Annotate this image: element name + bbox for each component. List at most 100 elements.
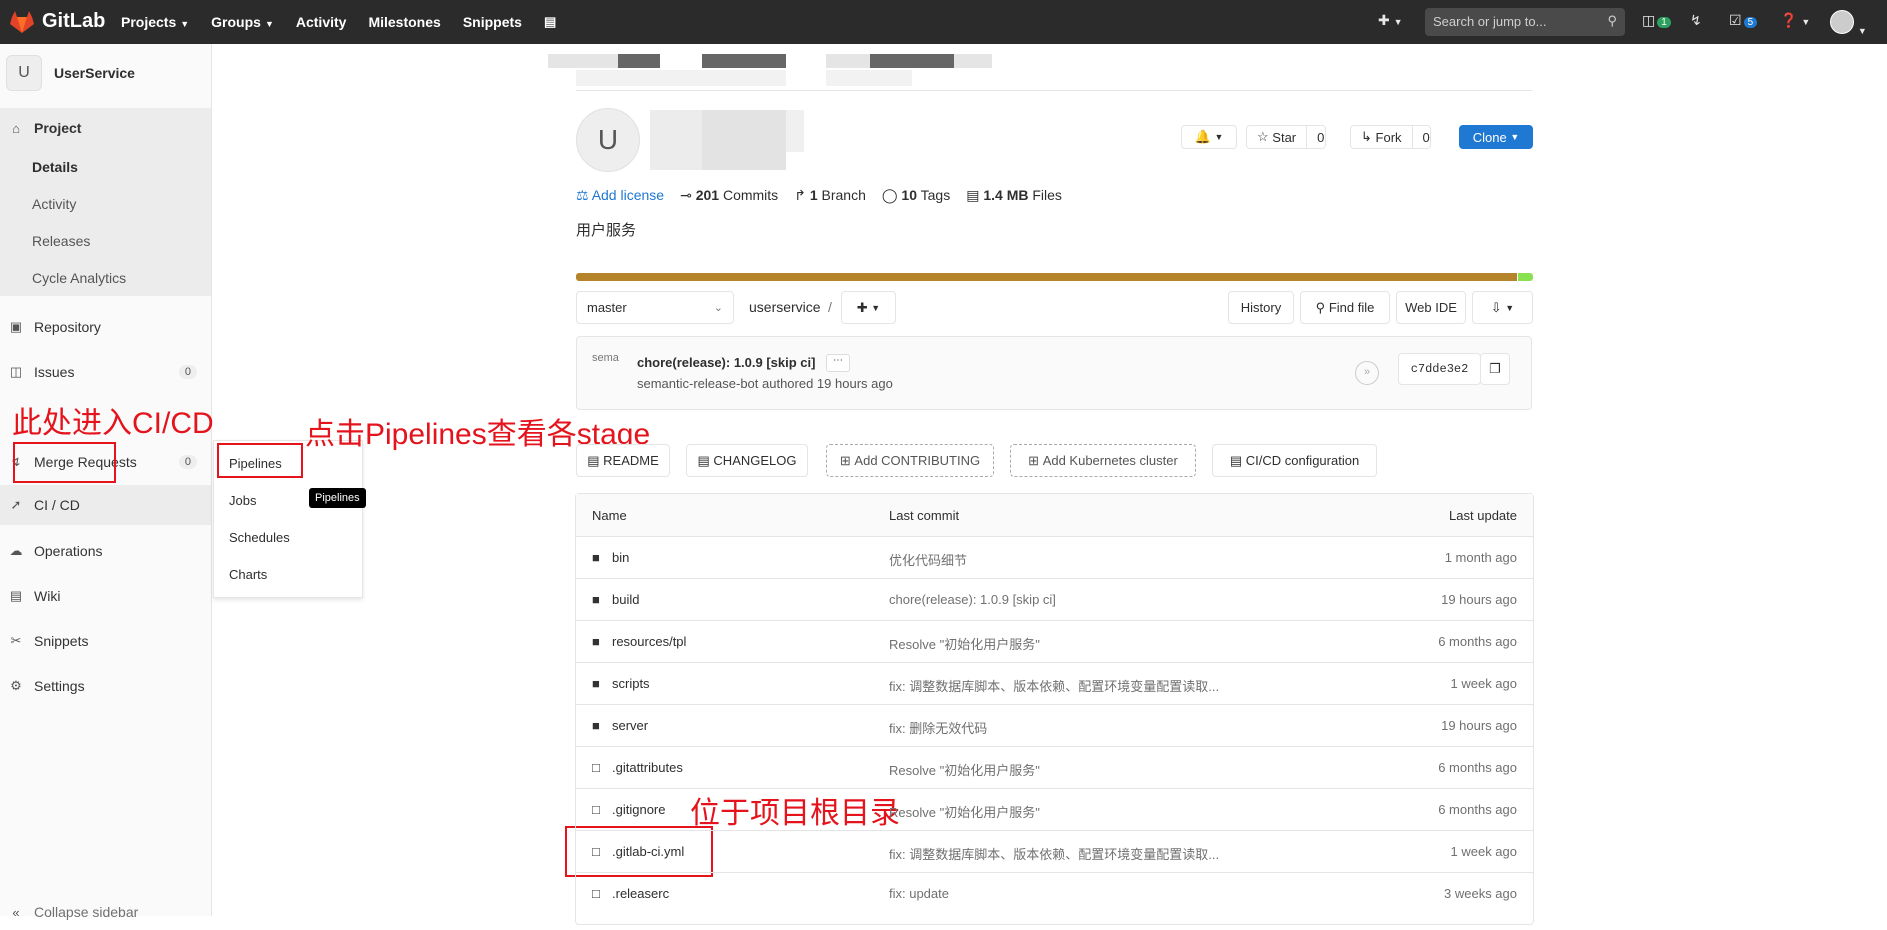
chart-icon[interactable]: ▤	[544, 14, 556, 30]
plus-icon: ✚	[856, 299, 868, 315]
issues-count: 0	[178, 365, 197, 379]
sidebar-item-issues[interactable]: ◫ Issues 0	[0, 354, 211, 390]
breadcrumb-path[interactable]: userservice	[749, 299, 821, 315]
commit-message-link[interactable]: fix: 删除无效代码	[889, 718, 987, 737]
gitlab-logo[interactable]: GitLab	[10, 10, 105, 33]
search-input[interactable]: Search or jump to... ⚲	[1425, 8, 1625, 36]
commit-sha[interactable]: c7dde3e2	[1398, 353, 1481, 385]
commit-message-link[interactable]: 优化代码细节	[889, 550, 967, 569]
tag-icon: ◯	[881, 187, 898, 203]
clone-button[interactable]: Clone ▼	[1459, 125, 1533, 149]
copy-sha-icon[interactable]: ❐	[1480, 353, 1510, 385]
annotation-cicd: 此处进入CI/CD	[12, 407, 214, 440]
file-icon: □	[592, 886, 600, 901]
commit-message-link[interactable]: Resolve "初始化用户服务"	[889, 802, 1040, 821]
star-icon: ☆	[1257, 129, 1269, 144]
add-contributing-button[interactable]: ⊞ Add CONTRIBUTING	[826, 444, 994, 477]
history-button[interactable]: History	[1228, 291, 1294, 324]
path-separator: /	[828, 299, 832, 315]
flyout-item-schedules[interactable]: Schedules	[229, 530, 290, 545]
commit-expand-button[interactable]: ⋯	[826, 354, 850, 372]
file-name-link[interactable]: □ .releaserc	[592, 886, 669, 901]
find-file-button[interactable]: ⚲ Find file	[1300, 291, 1390, 324]
chevron-down-icon: ▼	[1510, 132, 1520, 142]
language-bar-segment[interactable]	[1518, 273, 1533, 281]
readme-button[interactable]: ▤ README	[576, 444, 670, 477]
sidebar-project-header[interactable]: U UserService	[0, 52, 211, 94]
file-name-link[interactable]: ■ resources/tpl	[592, 634, 686, 649]
download-dropdown[interactable]: ⇩ ▼	[1472, 291, 1533, 324]
table-row[interactable]: □ .gitattributes Resolve "初始化用户服务" 6 months…	[576, 746, 1533, 789]
star-button[interactable]: ☆ Star 0	[1246, 125, 1326, 149]
user-avatar[interactable]: ▼	[1830, 10, 1867, 37]
cicd-configuration-button[interactable]: ▤ CI/CD configuration	[1212, 444, 1377, 477]
new-dropdown-plus-icon[interactable]: ✚ ▼	[1378, 12, 1403, 29]
commits-link[interactable]: ⊸ 201 Commits	[680, 187, 778, 204]
sidebar-item-repository[interactable]: ▣ Repository	[0, 309, 211, 345]
changelog-button[interactable]: ▤ CHANGELOG	[686, 444, 808, 477]
table-row[interactable]: □ .gitignore Resolve "初始化用户服务" 6 months ago	[576, 788, 1533, 831]
table-row[interactable]: ■ scripts fix: 调整数据库脚本、版本依赖、配置环境变量配置读取... 1…	[576, 662, 1533, 705]
add-license-link[interactable]: ⚖ Add license	[576, 187, 664, 204]
branch-link[interactable]: ↱ 1 Branch	[794, 187, 866, 204]
commit-icon: ⊸	[680, 187, 692, 203]
web-ide-button[interactable]: Web IDE	[1396, 291, 1466, 324]
add-kubernetes-button[interactable]: ⊞ Add Kubernetes cluster	[1010, 444, 1196, 477]
file-name-link[interactable]: □ .gitlab-ci.yml	[592, 844, 684, 859]
pipeline-status-icon[interactable]: »	[1355, 361, 1379, 385]
commit-message-link[interactable]: fix: 调整数据库脚本、版本依赖、配置环境变量配置读取...	[889, 844, 1219, 863]
help-icon[interactable]: ❓ ▼	[1780, 12, 1810, 29]
sidebar-item-operations[interactable]: ☁ Operations	[0, 533, 211, 569]
file-name-link[interactable]: ■ scripts	[592, 676, 650, 691]
book-icon: ▤	[9, 588, 23, 603]
file-name-link[interactable]: ■ build	[592, 592, 639, 607]
collapse-sidebar-button[interactable]: « Collapse sidebar	[0, 894, 211, 930]
table-row[interactable]: ■ server fix: 删除无效代码 19 hours ago	[576, 704, 1533, 747]
file-icon: ▤	[966, 187, 980, 203]
file-name-link[interactable]: □ .gitignore	[592, 802, 665, 817]
folder-icon: ■	[592, 718, 600, 733]
table-row[interactable]: ■ resources/tpl Resolve "初始化用户服务" 6 months …	[576, 620, 1533, 663]
sidebar-sub-cycle-analytics[interactable]: Cycle Analytics	[0, 259, 211, 296]
nav-activity[interactable]: Activity	[296, 14, 347, 30]
sidebar-sub-details[interactable]: Details	[0, 148, 211, 185]
branch-select[interactable]: master ⌄	[576, 291, 734, 324]
sidebar-item-wiki[interactable]: ▤ Wiki	[0, 578, 211, 614]
commit-message-link[interactable]: Resolve "初始化用户服务"	[889, 634, 1040, 653]
commit-message-link[interactable]: chore(release): 1.0.9 [skip ci]	[889, 592, 1056, 607]
sidebar-sub-releases[interactable]: Releases	[0, 222, 211, 259]
file-name-link[interactable]: ■ bin	[592, 550, 629, 565]
nav-groups[interactable]: Groups ▼	[211, 14, 274, 30]
notification-dropdown[interactable]: 🔔 ▼	[1181, 125, 1237, 149]
tags-link[interactable]: ◯ 10 Tags	[882, 187, 950, 204]
sidebar-item-cicd[interactable]: ➚ CI / CD	[0, 485, 211, 525]
add-file-dropdown[interactable]: ✚ ▼	[841, 291, 896, 324]
project-description: 用户服务	[576, 222, 637, 239]
merge-count: 0	[178, 455, 197, 469]
todos-icon[interactable]: ☑ 5	[1729, 12, 1758, 29]
sidebar-item-snippets[interactable]: ✂ Snippets	[0, 623, 211, 659]
flyout-item-jobs[interactable]: Jobs	[229, 493, 256, 508]
commit-message-link[interactable]: Resolve "初始化用户服务"	[889, 760, 1040, 779]
nav-milestones[interactable]: Milestones	[368, 14, 440, 30]
sidebar-item-project[interactable]: ⌂ Project	[0, 108, 211, 148]
table-row[interactable]: □ .gitlab-ci.yml fix: 调整数据库脚本、版本依赖、配置环境变量配…	[576, 830, 1533, 873]
sidebar-item-settings[interactable]: ⚙ Settings	[0, 668, 211, 704]
merge-request-icon[interactable]: ↯	[1690, 12, 1702, 29]
language-bar[interactable]	[576, 273, 1517, 281]
flyout-item-charts[interactable]: Charts	[229, 567, 267, 582]
table-row[interactable]: □ .releaserc fix: update 3 weeks ago	[576, 872, 1533, 915]
file-name-link[interactable]: ■ server	[592, 718, 648, 733]
issues-icon[interactable]: ◫ 1	[1642, 12, 1671, 29]
table-row[interactable]: ■ bin 优化代码细节 1 month ago	[576, 536, 1533, 579]
nav-snippets[interactable]: Snippets	[463, 14, 522, 30]
files-link[interactable]: ▤ 1.4 MB Files	[966, 187, 1062, 204]
commit-message-link[interactable]: fix: update	[889, 886, 949, 901]
commit-message[interactable]: chore(release): 1.0.9 [skip ci]	[637, 355, 815, 370]
sidebar-sub-activity[interactable]: Activity	[0, 185, 211, 222]
nav-projects[interactable]: Projects ▼	[121, 14, 189, 30]
table-row[interactable]: ■ build chore(release): 1.0.9 [skip ci] 19 …	[576, 578, 1533, 621]
commit-message-link[interactable]: fix: 调整数据库脚本、版本依赖、配置环境变量配置读取...	[889, 676, 1219, 695]
file-name-link[interactable]: □ .gitattributes	[592, 760, 683, 775]
fork-button[interactable]: ↳ Fork 0	[1350, 125, 1431, 149]
